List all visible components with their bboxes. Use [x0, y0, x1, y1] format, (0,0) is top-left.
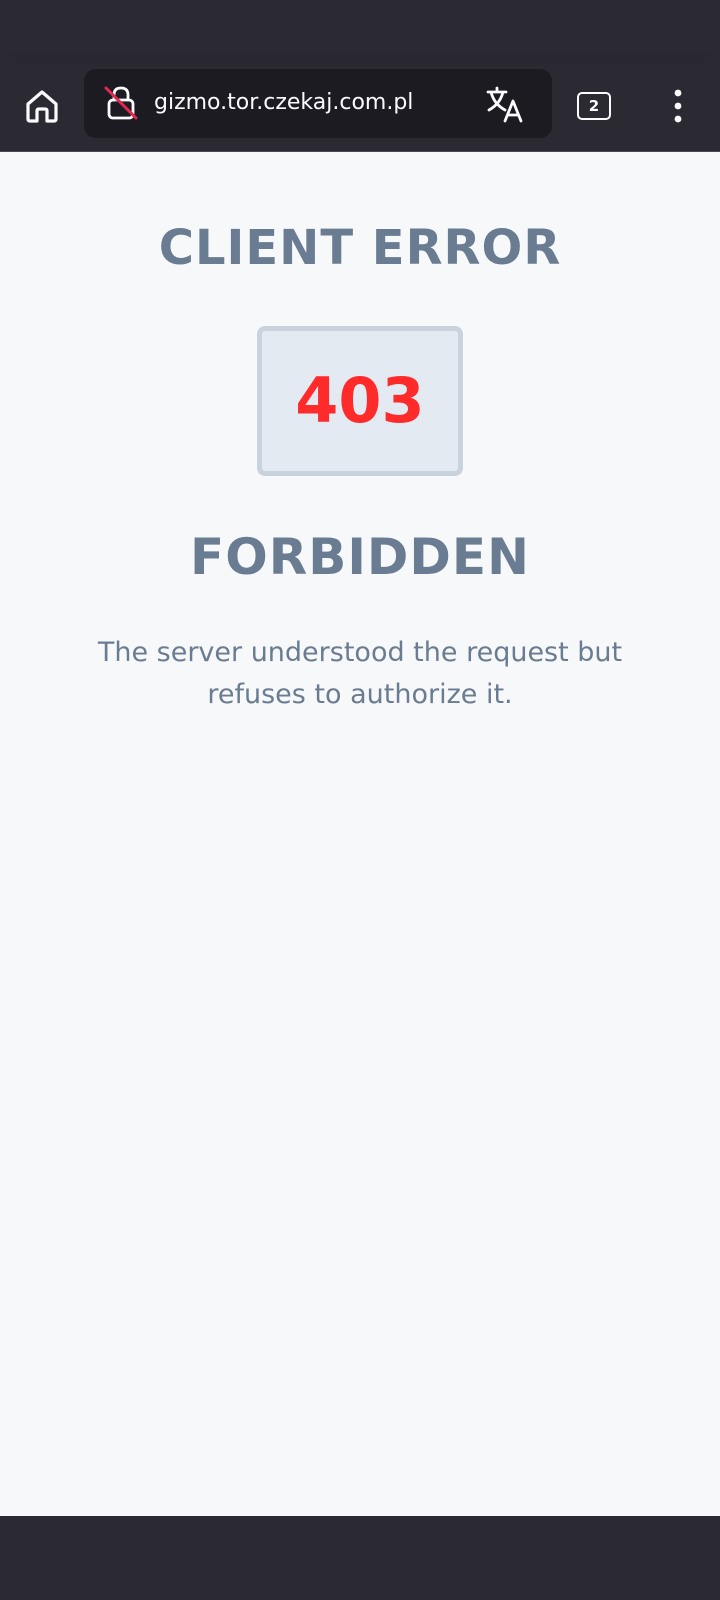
url-text[interactable]: gizmo.tor.czekaj.com.pl [154, 89, 413, 117]
status-bar [0, 0, 720, 62]
more-vertical-icon [674, 89, 682, 123]
error-code-box: 403 [257, 326, 463, 476]
error-category-heading: CLIENT ERROR [158, 220, 562, 276]
error-code: 403 [295, 364, 425, 437]
tabs-button[interactable]: 2 [572, 84, 616, 128]
translate-button[interactable] [484, 83, 526, 125]
browser-toolbar: gizmo.tor.czekaj.com.pl 2 [0, 62, 720, 152]
url-bar[interactable]: gizmo.tor.czekaj.com.pl [84, 69, 552, 138]
home-button[interactable] [20, 84, 64, 128]
insecure-lock-icon[interactable] [102, 84, 140, 122]
translate-icon [486, 86, 523, 123]
tab-count: 2 [577, 92, 611, 120]
home-icon [26, 90, 58, 123]
page-content: CLIENT ERROR 403 FORBIDDEN The server un… [0, 152, 720, 1516]
error-description: The server understood the request but re… [97, 637, 623, 710]
menu-button[interactable] [656, 84, 700, 128]
navigation-bar [0, 1516, 720, 1600]
error-title: FORBIDDEN [190, 528, 530, 586]
